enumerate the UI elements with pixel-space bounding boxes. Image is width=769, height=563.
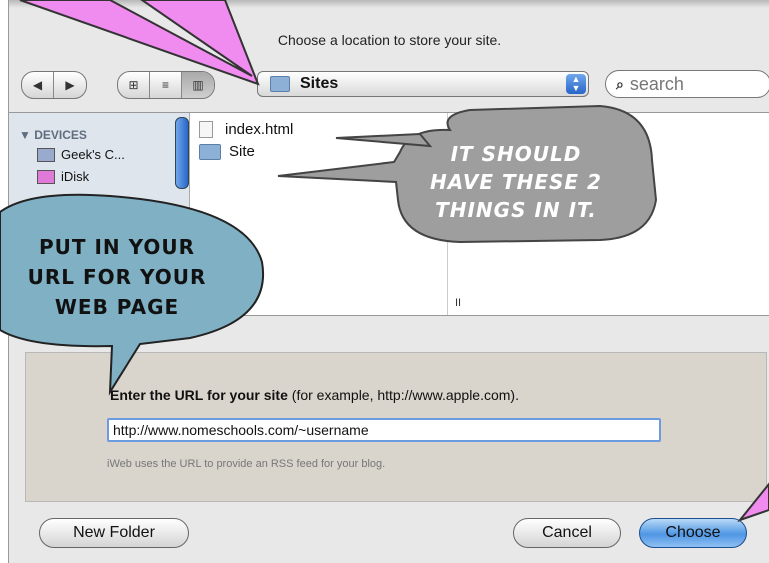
search-icon: ⌕ [616,75,624,92]
file-item-site[interactable]: Site [199,143,255,160]
left-bubble-line: URL FOR YOUR [27,265,207,289]
folder-icon [199,143,221,160]
site-url-field[interactable] [107,418,661,442]
url-label-example: (for example, http://www.apple.com). [287,387,519,403]
choose-button[interactable]: Choose [639,518,747,548]
left-bubble-line: PUT IN YOUR [38,235,196,259]
url-hint: iWeb uses the URL to provide an RSS feed… [107,458,386,470]
right-bubble-line: IT SHOULD [450,142,582,166]
left-bubble-text: PUT IN YOUR URL FOR YOUR WEB PAGE [0,232,240,322]
nav-buttons: ◀ ▶ [21,71,87,99]
column-resize-handle[interactable]: II [455,297,461,309]
location-popup-label: Sites [300,75,339,92]
document-icon [199,121,213,138]
back-arrow-icon[interactable]: ◀ [22,72,54,98]
search-field[interactable]: ⌕ search [605,70,769,98]
column-view-icon[interactable]: ▥ [182,72,214,98]
sidebar-heading: ▼ DEVICES [19,128,87,142]
url-label-bold: Enter the URL for your site [110,387,288,403]
file-name: Site [229,143,255,160]
forward-arrow-icon[interactable]: ▶ [54,72,86,98]
icon-view-icon[interactable]: ⊞ [118,72,150,98]
sidebar-scrollbar[interactable] [175,117,189,189]
dialog-top-edge [9,0,769,8]
sidebar-item-idisk[interactable]: iDisk [37,169,89,184]
sidebar-item-label: iDisk [61,169,90,184]
computer-icon [37,147,55,162]
right-bubble-line: HAVE THESE 2 [430,170,602,194]
left-bubble-line: WEB PAGE [54,295,180,319]
dialog-prompt: Choose a location to store your site. [277,32,502,48]
url-label: Enter the URL for your site (for example… [110,387,519,403]
popup-arrows-icon: ▲ ▼ [566,74,586,94]
new-folder-button[interactable]: New Folder [39,518,189,548]
sidebar-item-computer[interactable]: Geek's C... [37,147,125,162]
list-view-icon[interactable]: ≡ [150,72,182,98]
search-placeholder: search [629,73,684,94]
location-popup[interactable]: Sites ▲ ▼ [257,71,589,97]
file-name: index.html [225,121,294,138]
right-bubble-text: IT SHOULD HAVE THESE 2 THINGS IN IT. [418,140,614,224]
file-item-index[interactable]: index.html [199,121,293,138]
right-bubble-line: THINGS IN IT. [435,198,597,222]
idisk-icon [37,169,55,184]
cancel-button[interactable]: Cancel [513,518,621,548]
sidebar-item-label: Geek's C... [61,147,125,162]
view-mode-control: ⊞ ≡ ▥ [117,71,215,99]
folder-icon [270,76,290,92]
